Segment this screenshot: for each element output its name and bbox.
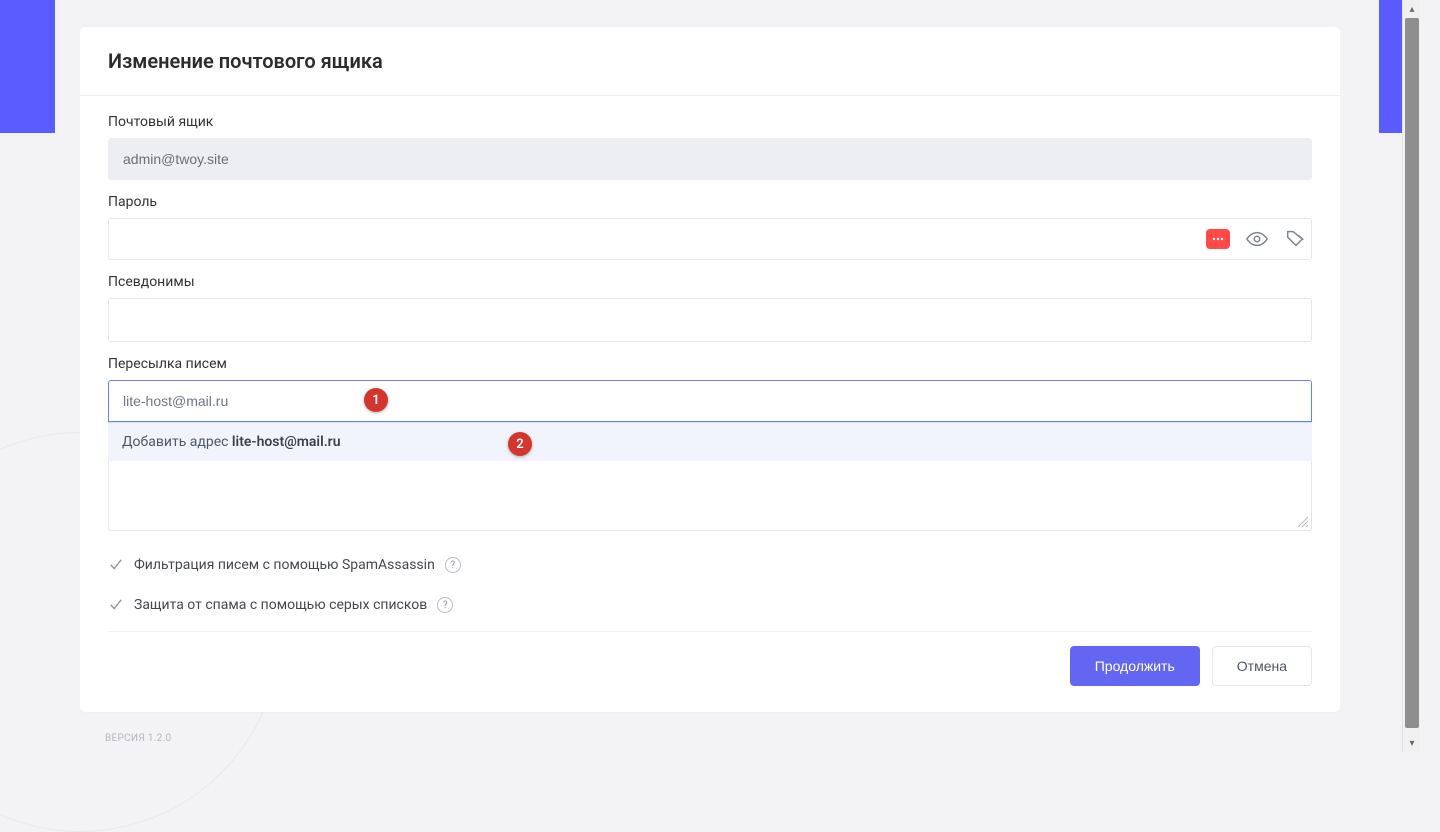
aliases-input[interactable] (108, 298, 1312, 342)
spamassassin-label: Фильтрация писем с помощью SpamAssassin (134, 557, 435, 573)
mailbox-input (108, 138, 1312, 180)
annotation-badge-1: 1 (364, 388, 388, 412)
vertical-scrollbar[interactable]: ▴ ▾ (1402, 0, 1420, 752)
check-icon (108, 598, 124, 612)
help-icon[interactable]: ? (437, 597, 453, 613)
help-icon[interactable]: ? (445, 557, 461, 573)
greylist-checkbox[interactable]: Защита от спама с помощью серых списков … (108, 585, 1312, 625)
show-password-icon[interactable] (1246, 228, 1268, 250)
forwarding-input[interactable] (109, 381, 1311, 421)
greylist-label: Защита от спама с помощью серых списков (134, 597, 427, 613)
check-icon (108, 558, 124, 572)
annotation-badge-2: 2 (508, 432, 532, 456)
spamassassin-checkbox[interactable]: Фильтрация писем с помощью SpamAssassin … (108, 545, 1312, 585)
submit-button[interactable]: Продолжить (1070, 646, 1200, 686)
scroll-thumb[interactable] (1405, 18, 1419, 728)
left-accent-bar (0, 0, 55, 133)
suggestion-value: lite-host@mail.ru (232, 434, 341, 450)
edit-mailbox-panel: Изменение почтового ящика Почтовый ящик … (80, 27, 1340, 712)
scroll-down-button[interactable]: ▾ (1403, 734, 1421, 752)
version-label: ВЕРСИЯ 1.2.0 (105, 733, 171, 744)
forwarding-label: Пересылка писем (108, 356, 1312, 372)
cancel-button[interactable]: Отмена (1212, 646, 1312, 686)
aliases-label: Псевдонимы (108, 274, 1312, 290)
page-title: Изменение почтового ящика (108, 49, 1312, 73)
panel-header: Изменение почтового ящика (80, 27, 1340, 96)
password-input[interactable] (108, 218, 1312, 260)
scroll-up-button[interactable]: ▴ (1403, 0, 1421, 18)
mailbox-label: Почтовый ящик (108, 114, 1312, 130)
forwarding-textarea[interactable] (108, 461, 1312, 531)
generate-password-icon[interactable] (1206, 229, 1230, 249)
suggestion-prefix: Добавить адрес (122, 434, 232, 450)
resize-handle-icon[interactable] (1297, 516, 1309, 528)
password-label: Пароль (108, 194, 1312, 210)
forwarding-suggestion[interactable]: Добавить адрес lite-host@mail.ru 2 (108, 422, 1312, 461)
tags-icon[interactable] (1284, 228, 1306, 250)
